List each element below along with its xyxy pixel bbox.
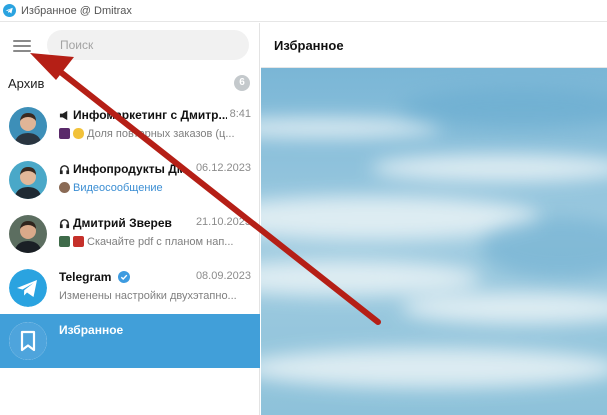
chat-name: Избранное	[59, 323, 251, 339]
archive-count-badge: 6	[234, 75, 250, 91]
book-emoji-icon	[73, 236, 84, 247]
bookmark-icon	[9, 322, 47, 360]
chat-title: Инфомаркетинг с Дмитр...	[73, 108, 229, 122]
chat-item-dmitriy-zverev[interactable]: Дмитрий Зверев 21.10.2023 Скачайте pdf с…	[0, 207, 260, 261]
archive-row[interactable]: Архив 6	[0, 71, 260, 95]
chat-preview-text: Видеосообщение	[73, 182, 163, 194]
telegram-logo-icon	[9, 269, 47, 307]
chat-title: Избранное	[59, 323, 124, 337]
video-message-icon	[59, 182, 70, 193]
sky-background-image	[261, 68, 607, 415]
hamburger-menu-icon[interactable]	[13, 39, 31, 53]
chat-title: Дмитрий Зверев	[73, 216, 172, 230]
megaphone-icon	[59, 110, 68, 121]
chat-item-telegram[interactable]: Telegram 08.09.2023 Изменены настройки д…	[0, 261, 260, 315]
window-title: Избранное @ Dmitrax	[21, 4, 132, 17]
search-input[interactable]	[47, 30, 249, 60]
chat-date: 21.10.2023	[192, 216, 251, 228]
chat-date: 06.12.2023	[192, 162, 251, 174]
chat-item-infomarketing[interactable]: Инфомаркетинг с Дмитр... 8:41 Доля повто…	[0, 99, 260, 153]
chat-header: Избранное	[261, 23, 607, 68]
pointing-hand-emoji-icon	[73, 128, 84, 139]
avatar	[9, 322, 47, 360]
chat-item-infoproducts[interactable]: Инфопродукты Дм... 06.12.2023 Видеосообщ…	[0, 153, 260, 207]
thumbnail-icon	[59, 128, 70, 139]
chat-preview: Скачайте pdf с планом нап...	[59, 236, 253, 248]
archive-label: Архив	[8, 76, 45, 91]
chat-title: Инфопродукты Дм...	[73, 162, 196, 176]
verified-badge-icon	[117, 271, 130, 283]
thumbnail-icon	[59, 236, 70, 247]
chat-preview-text: Скачайте pdf с планом нап...	[87, 236, 234, 248]
chat-preview: Видеосообщение	[59, 182, 253, 194]
chat-name: Инфомаркетинг с Дмитр...	[59, 108, 251, 124]
chat-title: Telegram	[59, 270, 112, 284]
chat-item-saved-messages[interactable]: Избранное	[0, 314, 260, 368]
chat-date: 08.09.2023	[192, 270, 251, 282]
chat-date: 8:41	[226, 108, 251, 120]
chat-preview: Изменены настройки двухэтапно...	[59, 290, 253, 302]
avatar	[9, 215, 47, 253]
avatar	[9, 161, 47, 199]
avatar	[9, 107, 47, 145]
chat-preview-text: Изменены настройки двухэтапно...	[59, 290, 237, 302]
avatar	[9, 269, 47, 307]
telegram-logo-icon	[3, 4, 16, 17]
chat-sidebar: Архив 6 Инфомаркетинг с Дмитр... 8:41 До…	[0, 23, 260, 415]
chat-preview: Доля повторных заказов (ц...	[59, 128, 253, 140]
window-titlebar: Избранное @ Dmitrax	[0, 0, 607, 22]
chat-wallpaper	[261, 68, 607, 415]
chat-header-title: Избранное	[274, 38, 344, 53]
headphones-icon	[59, 165, 70, 175]
headphones-icon	[59, 219, 70, 229]
chat-preview-text: Доля повторных заказов (ц...	[87, 128, 235, 140]
